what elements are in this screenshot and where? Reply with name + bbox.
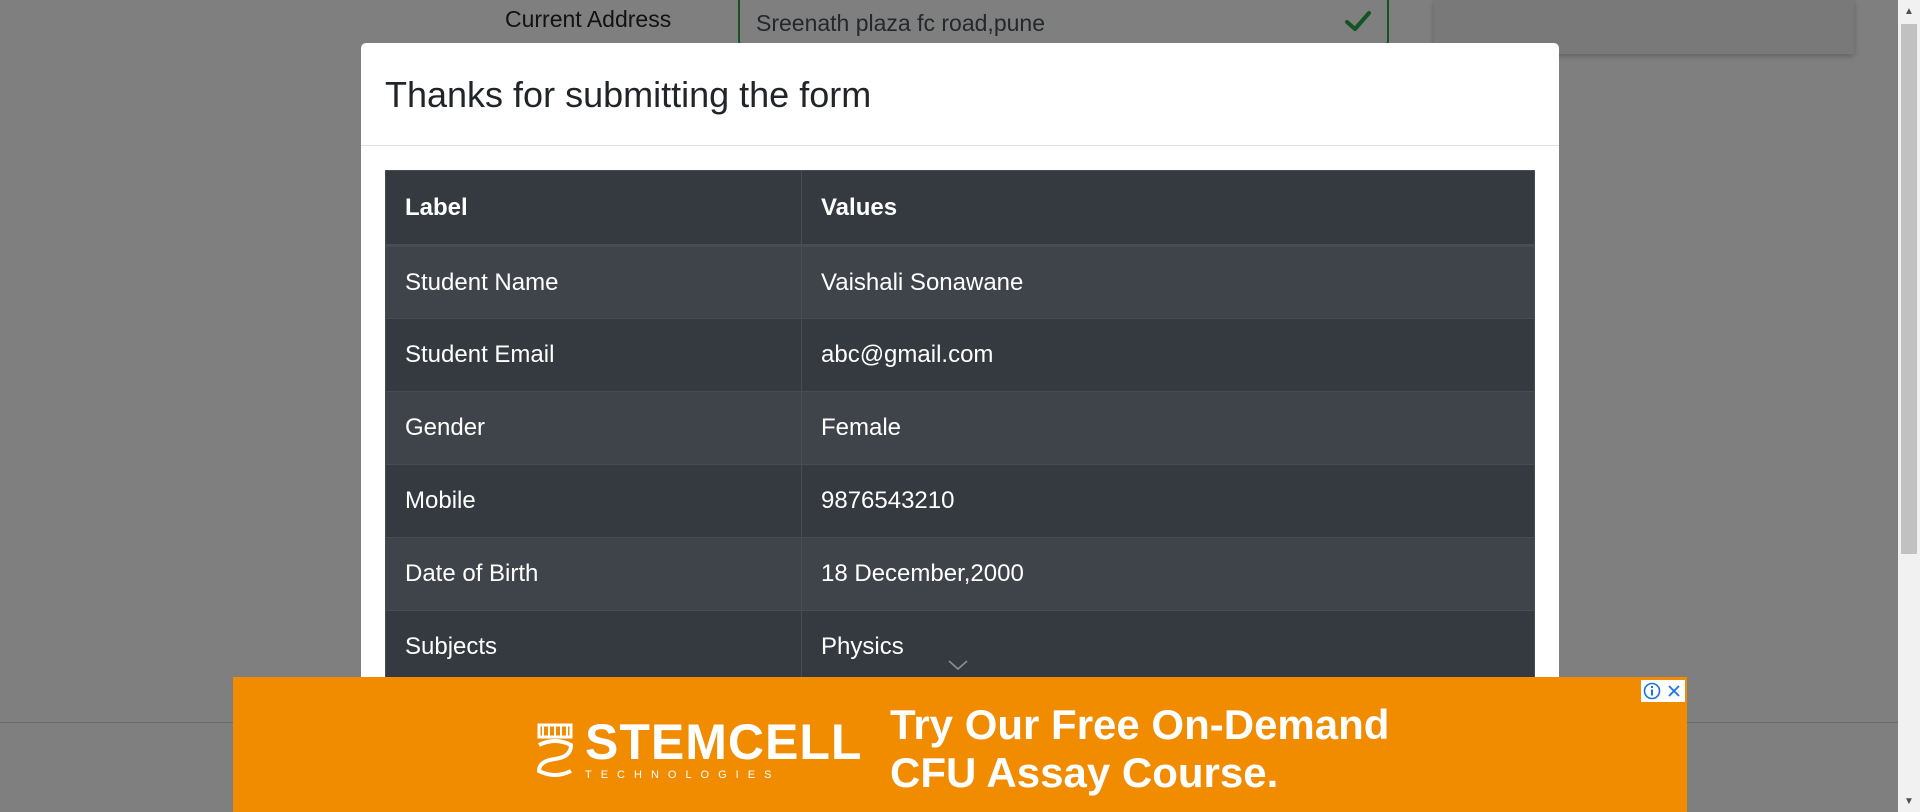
stemcell-logo-icon [536,723,574,777]
modal-body: Label Values Student Name Vaishali Sonaw… [361,146,1559,708]
ad-headline[interactable]: Try Our Free On-Demand CFU Assay Course. [890,701,1450,798]
scrollbar-thumb[interactable] [1901,24,1917,554]
row-label: Subjects [385,610,802,684]
info-icon[interactable] [1641,680,1663,702]
row-value: 9876543210 [801,464,1535,538]
row-label: Date of Birth [385,537,802,611]
modal-header: Thanks for submitting the form [361,43,1559,146]
scroll-up-arrow-icon[interactable]: ▲ [1898,0,1920,22]
stemcell-logo: STEMCELL TECHNOLOGIES [533,717,862,781]
table-row: Date of Birth 18 December,2000 [385,537,1535,611]
header-values: Values [801,170,1535,247]
table-row: Student Email abc@gmail.com [385,318,1535,392]
ad-brand: STEMCELL TECHNOLOGIES [585,717,862,781]
row-value: abc@gmail.com [801,318,1535,392]
chevron-down-icon[interactable] [946,658,970,672]
row-label: Mobile [385,464,802,538]
ad-banner[interactable]: STEMCELL TECHNOLOGIES Try Our Free On-De… [233,677,1687,812]
table-row: Student Name Vaishali Sonawane [385,245,1535,319]
row-label: Gender [385,391,802,465]
row-value: Physics [801,610,1535,684]
ad-brand-sub: TECHNOLOGIES [585,769,781,781]
ad-brand-name: STEMCELL [585,714,863,770]
table-row: Mobile 9876543210 [385,464,1535,538]
modal-title: Thanks for submitting the form [385,74,872,115]
row-value: 18 December,2000 [801,537,1535,611]
close-icon[interactable] [1663,680,1685,702]
table-header-row: Label Values [385,170,1535,247]
info-icon-glyph [1643,682,1661,700]
table-row: Gender Female [385,391,1535,465]
page-scrollbar[interactable]: ▲ ▼ [1898,0,1920,812]
row-value: Vaishali Sonawane [801,245,1535,319]
header-label: Label [385,170,802,247]
table-row: Subjects Physics [385,610,1535,684]
row-value: Female [801,391,1535,465]
submission-table: Label Values Student Name Vaishali Sonaw… [385,170,1535,684]
ad-headline-line1: Try Our Free On-Demand [890,701,1390,748]
ad-headline-line2: CFU Assay Course. [890,749,1279,797]
row-label: Student Email [385,318,802,392]
row-label: Student Name [385,245,802,319]
scroll-down-arrow-icon[interactable]: ▼ [1898,790,1920,812]
close-icon-glyph [1668,685,1680,697]
